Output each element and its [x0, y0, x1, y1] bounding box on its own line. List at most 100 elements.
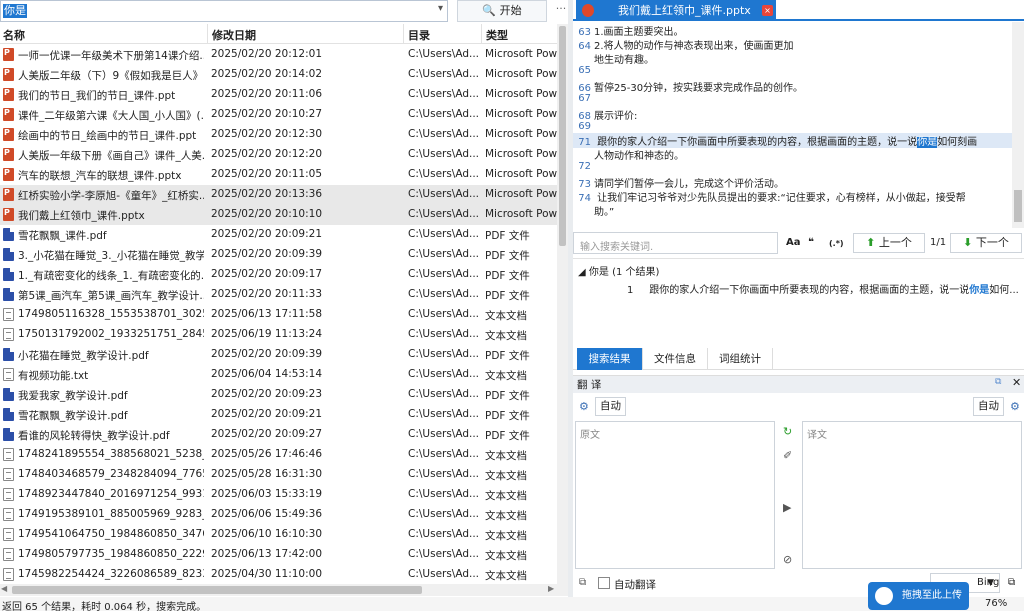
file-name: 1._有疏密变化的线条_1._有疏密变化的... — [18, 270, 204, 282]
table-row[interactable]: 人美版二年级（下）9《假如我是巨人》... 2025/02/20 20:14:02… — [0, 65, 557, 85]
scroll-left-icon[interactable]: ◀ — [1, 584, 7, 593]
file-list-hscroll-thumb[interactable] — [12, 586, 422, 594]
result-item[interactable]: 1 跟你的家人介绍一下你画面中所要表现的内容，根据画面的主题，说一说你是如何..… — [627, 281, 1019, 296]
result-count: 1/1 — [930, 237, 947, 248]
prev-result-button[interactable]: ⬆ 上一个 — [853, 233, 925, 253]
table-row[interactable]: 1750131792002_1933251751_2845... 2025/06/… — [0, 325, 557, 345]
file-type: PDF 文件 — [485, 270, 530, 282]
source-text-area[interactable]: 原文 — [575, 421, 775, 569]
table-row[interactable]: 3._小花猫在睡觉_3._小花猫在睡觉_教学... 2025/02/20 20:0… — [0, 245, 557, 265]
table-row[interactable]: 我们的节日_我们的节日_课件.ppt 2025/02/20 20:11:06 C:\… — [0, 85, 557, 105]
next-label: 下一个 — [975, 236, 1009, 249]
clear-format-icon[interactable]: ✐ — [783, 449, 792, 462]
search-input[interactable]: 你是 ▾ — [0, 0, 448, 22]
table-row[interactable]: 绘画中的节日_绘画中的节日_课件.ppt 2025/02/20 20:12:30 C… — [0, 125, 557, 145]
table-row[interactable]: 1749195389101_885005969_9283_... 2025/06/… — [0, 505, 557, 525]
table-row[interactable]: 一师一优课一年级美术下册第14课介绍... 2025/02/20 20:12:01… — [0, 45, 557, 65]
table-row[interactable]: 1745982254424_3226086589_8233... 2025/04/… — [0, 565, 557, 585]
table-row[interactable]: 1748923447840_2016971254_9931... 2025/06/… — [0, 485, 557, 505]
table-row[interactable]: 1748241895554_388568021_5238_... 2025/05/… — [0, 445, 557, 465]
gear-icon[interactable]: ⚙ — [1010, 400, 1020, 413]
close-icon[interactable]: ✕ — [1012, 376, 1021, 389]
target-text-area[interactable]: 译文 — [802, 421, 1022, 569]
table-row[interactable]: 红桥实验小学-李原旭-《童年》_红桥实... 2025/02/20 20:13:3… — [0, 185, 557, 205]
file-type: 文本文档 — [485, 510, 527, 522]
col-type[interactable]: 类型 — [486, 27, 508, 43]
whole-word-toggle[interactable]: ❝ — [808, 237, 814, 248]
table-row[interactable]: 我们戴上红领巾_课件.pptx 2025/02/20 20:10:10 C:\Use… — [0, 205, 557, 225]
more-button[interactable]: ··· — [553, 2, 569, 20]
copy-icon[interactable]: ⧉ — [579, 577, 586, 588]
tab-phrase-stats[interactable]: 词组统计 — [708, 348, 773, 370]
powerpoint-icon — [582, 4, 594, 17]
text-file-icon — [3, 548, 14, 561]
file-date: 2025/06/10 16:10:30 — [211, 528, 323, 540]
match-case-toggle[interactable]: Aa — [786, 237, 801, 248]
chevron-down-icon[interactable]: ▾ — [438, 3, 443, 14]
file-type: PDF 文件 — [485, 350, 530, 362]
copy-icon[interactable]: ⧉ — [1008, 577, 1015, 588]
table-row[interactable]: 汽车的联想_汽车的联想_课件.pptx 2025/02/20 20:11:05 C:… — [0, 165, 557, 185]
table-row[interactable]: 1749805116328_1553538701_3025... 2025/06/… — [0, 305, 557, 325]
refresh-icon[interactable]: ↻ — [783, 425, 792, 438]
file-dir: C:\Users\Ad... — [408, 308, 480, 320]
search-hit[interactable]: 你是 — [917, 137, 938, 148]
file-list-scroll-thumb[interactable] — [559, 26, 566, 246]
table-row[interactable]: 1._有疏密变化的线条_1._有疏密变化的... 2025/02/20 20:09… — [0, 265, 557, 285]
file-name: 人美版二年级（下）9《假如我是巨人》... — [18, 70, 204, 82]
source-lang-select[interactable]: 自动 — [595, 397, 626, 416]
table-row[interactable]: 1749541064750_1984860850_3476... 2025/06/… — [0, 525, 557, 545]
regex-toggle[interactable]: (.*) — [829, 239, 844, 248]
table-row[interactable]: 雪花飘飘_课件.pdf 2025/02/20 20:09:21 C:\Users\A… — [0, 225, 557, 245]
gear-icon[interactable]: ⚙ — [579, 400, 589, 413]
col-name[interactable]: 名称 — [3, 27, 25, 43]
file-type: 文本文档 — [485, 370, 527, 382]
file-dir: C:\Users\Ad... — [408, 108, 480, 120]
file-date: 2025/02/20 20:11:05 — [211, 168, 323, 180]
table-row[interactable]: 我爱我家_教学设计.pdf 2025/02/20 20:09:23 C:\Users… — [0, 385, 557, 405]
pdf-file-icon — [3, 428, 14, 441]
file-dir: C:\Users\Ad... — [408, 268, 480, 280]
auto-translate-checkbox[interactable] — [598, 577, 610, 589]
table-row[interactable]: 1748403468579_2348284094_7765... 2025/05/… — [0, 465, 557, 485]
translate-play-icon[interactable]: ▶ — [783, 501, 791, 514]
table-row[interactable]: 第5课_画汽车_第5课_画汽车_教学设计.... 2025/02/20 20:11… — [0, 285, 557, 305]
result-group[interactable]: ◢ 你是 (1 个结果) — [578, 263, 659, 278]
file-name: 1748241895554_388568021_5238_... — [18, 448, 204, 460]
target-lang-select[interactable]: 自动 — [973, 397, 1004, 416]
table-row[interactable]: 小花猫在睡觉_教学设计.pdf 2025/02/20 20:09:39 C:\Use… — [0, 345, 557, 365]
file-dir: C:\Users\Ad... — [408, 148, 480, 160]
file-name: 绘画中的节日_绘画中的节日_课件.ppt — [18, 130, 197, 142]
table-row[interactable]: 人美版一年级下册《画自己》课件_人美... 2025/02/20 20:12:20… — [0, 145, 557, 165]
cancel-icon[interactable]: ⊘ — [783, 553, 792, 566]
zoom-level[interactable]: 76% — [985, 598, 1007, 609]
powerpoint-file-icon — [3, 188, 14, 201]
next-result-button[interactable]: ⬇ 下一个 — [950, 233, 1022, 253]
col-dir[interactable]: 目录 — [408, 27, 430, 43]
table-row[interactable]: 1749805797735_1984860850_2229... 2025/06/… — [0, 545, 557, 565]
chevron-down-icon[interactable]: ◢ — [578, 267, 586, 278]
powerpoint-file-icon — [3, 168, 14, 181]
tab-file-info[interactable]: 文件信息 — [643, 348, 708, 370]
close-icon[interactable]: × — [762, 5, 773, 16]
find-placeholder: 输入搜索关键词. — [580, 242, 654, 253]
col-modified[interactable]: 修改日期 — [212, 27, 256, 43]
find-input[interactable]: 输入搜索关键词. — [573, 232, 778, 254]
tab-search-results[interactable]: 搜索结果 — [577, 348, 643, 370]
start-search-button[interactable]: 🔍 开始 — [457, 0, 547, 22]
preview-scroll-thumb[interactable] — [1014, 190, 1022, 222]
file-type: PDF 文件 — [485, 410, 530, 422]
table-row[interactable]: 雪花飘飘_教学设计.pdf 2025/02/20 20:09:21 C:\Users… — [0, 405, 557, 425]
file-type: PDF 文件 — [485, 390, 530, 402]
tab-document[interactable]: 我们戴上红领巾_课件.pptx × — [576, 0, 776, 21]
table-row[interactable]: 看谁的风轮转得快_教学设计.pdf 2025/02/20 20:09:27 C:\U… — [0, 425, 557, 445]
table-row[interactable]: 有视频功能.txt 2025/06/04 14:53:14 C:\Users\Ad.… — [0, 365, 557, 385]
file-name: 我们戴上红领巾_课件.pptx — [18, 210, 145, 222]
table-row[interactable]: 课件_二年级第六课《大人国_小人国》(... 2025/02/20 20:10:2… — [0, 105, 557, 125]
file-date: 2025/06/13 17:11:58 — [211, 308, 323, 320]
file-name: 我爱我家_教学设计.pdf — [18, 390, 128, 402]
scroll-right-icon[interactable]: ▶ — [548, 584, 554, 593]
drag-upload-button[interactable]: 拖拽至此上传 — [868, 582, 969, 610]
line-number: 71 — [578, 137, 591, 148]
pin-icon[interactable]: ⧉ — [995, 377, 1001, 387]
